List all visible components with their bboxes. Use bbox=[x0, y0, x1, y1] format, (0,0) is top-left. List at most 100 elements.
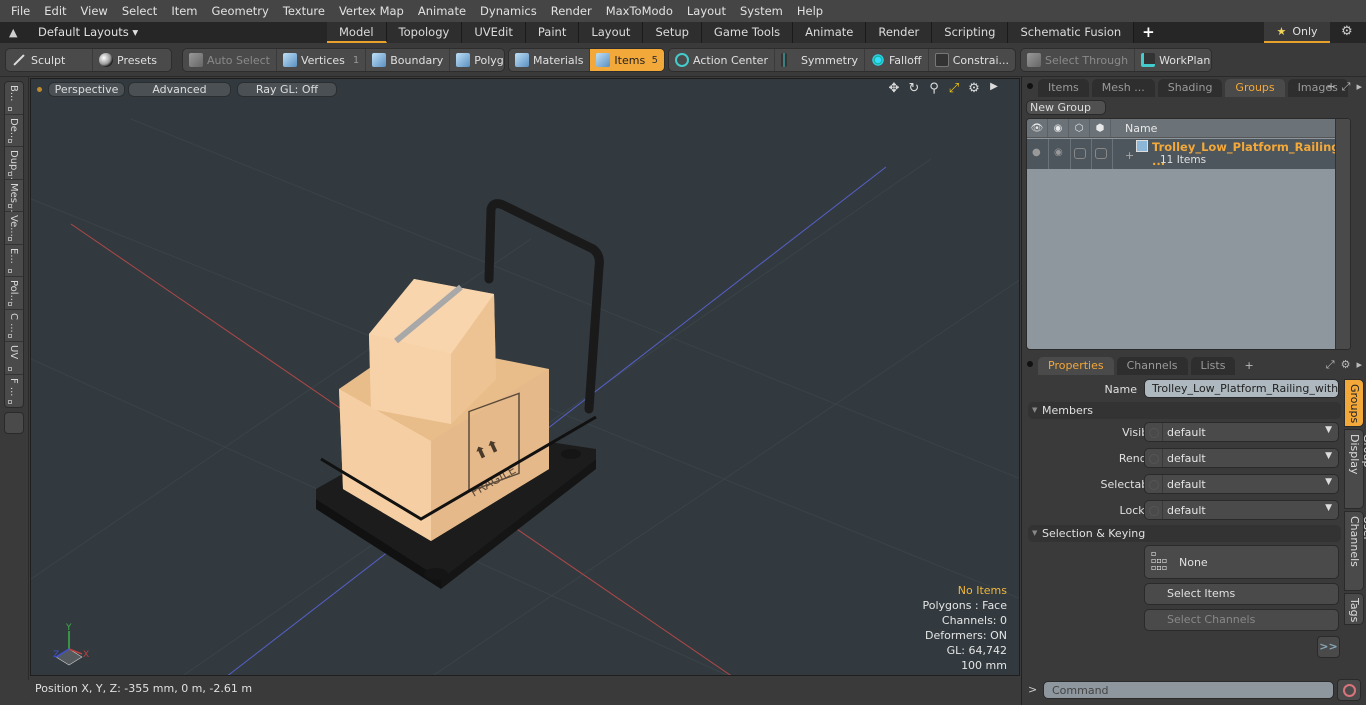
tab-items[interactable]: Items bbox=[1038, 79, 1089, 97]
presets-button[interactable]: Presets bbox=[93, 49, 163, 71]
left-tab-b[interactable]: B... bbox=[5, 82, 23, 115]
layout-up-icon[interactable]: ▲ bbox=[9, 26, 17, 39]
menu-view[interactable]: View bbox=[74, 0, 115, 22]
3d-viewport[interactable]: FRAGILE ⬆⬆ Y X Z Perspective Advanced Ra… bbox=[30, 78, 1020, 676]
left-tab-c[interactable]: C ... bbox=[5, 310, 23, 342]
left-tab-uv[interactable]: UV bbox=[5, 342, 23, 375]
gear-icon[interactable]: ⚙ bbox=[1341, 24, 1353, 39]
menu-maxtomodo[interactable]: MaxToModo bbox=[599, 0, 680, 22]
tab-channels[interactable]: Channels bbox=[1116, 357, 1188, 375]
left-tab-de[interactable]: De... bbox=[5, 115, 23, 147]
expand-icon[interactable]: ⤢ bbox=[1326, 358, 1335, 372]
side-tab-groups[interactable]: Groups bbox=[1344, 379, 1364, 427]
raygl-button[interactable]: Ray GL: Off bbox=[237, 82, 337, 97]
new-group-button[interactable]: New Group bbox=[1026, 100, 1106, 115]
zoom-icon[interactable]: ⚲ bbox=[927, 81, 941, 96]
more-options-button[interactable]: >> bbox=[1317, 636, 1340, 658]
falloff-button[interactable]: Falloff bbox=[865, 49, 929, 71]
menu-animate[interactable]: Animate bbox=[411, 0, 473, 22]
render-dropdown[interactable]: default ▼ bbox=[1144, 448, 1339, 468]
sculpt-button[interactable]: Sculpt bbox=[6, 49, 93, 71]
shading-mode-button[interactable]: Advanced bbox=[128, 82, 231, 97]
boundary-button[interactable]: Boundary bbox=[366, 49, 451, 71]
menu-render[interactable]: Render bbox=[544, 0, 599, 22]
left-tab-e[interactable]: E... bbox=[5, 245, 23, 277]
left-tab-dup[interactable]: Dup... bbox=[5, 147, 23, 180]
tab-model[interactable]: Model bbox=[327, 22, 387, 43]
menu-select[interactable]: Select bbox=[115, 0, 164, 22]
groups-scrollbar[interactable] bbox=[1335, 119, 1350, 349]
items-button[interactable]: Items 5 bbox=[590, 49, 664, 71]
rotate-icon[interactable]: ↻ bbox=[907, 81, 921, 96]
maximize-icon[interactable]: ⤢ bbox=[947, 81, 961, 96]
keying-hierarchy-button[interactable]: ▫ ▫▫▫ ▫▫▫ None bbox=[1144, 545, 1339, 579]
vertices-button[interactable]: Vertices 1 bbox=[277, 49, 367, 71]
left-tab-f[interactable]: F ... bbox=[5, 375, 23, 408]
left-extra-button[interactable] bbox=[4, 412, 24, 434]
locked-dropdown[interactable]: default ▼ bbox=[1144, 500, 1339, 520]
side-tab-group-display[interactable]: Group Display bbox=[1344, 429, 1366, 509]
tab-animate[interactable]: Animate bbox=[793, 22, 867, 43]
expand-plus-icon[interactable]: + bbox=[1125, 149, 1134, 162]
tab-lists[interactable]: Lists bbox=[1190, 357, 1236, 375]
row-select-checkbox[interactable] bbox=[1095, 148, 1107, 159]
command-input[interactable]: Command bbox=[1043, 681, 1334, 699]
select-cube-icon[interactable]: ⬢ bbox=[1090, 119, 1111, 137]
auto-select-button[interactable]: Auto Select bbox=[183, 49, 277, 71]
row-camera-icon[interactable]: ◉ bbox=[1054, 147, 1063, 158]
visible-dropdown[interactable]: default ▼ bbox=[1144, 422, 1339, 442]
constraints-button[interactable]: Constrai... bbox=[929, 49, 1015, 71]
pan-icon[interactable]: ✥ bbox=[887, 81, 901, 96]
add-tab-icon[interactable]: + bbox=[1326, 80, 1335, 94]
group-name-input[interactable]: Trolley_Low_Platform_Railing_with_Ca bbox=[1144, 379, 1339, 398]
menu-geometry[interactable]: Geometry bbox=[205, 0, 276, 22]
tab-properties[interactable]: Properties bbox=[1038, 357, 1114, 375]
select-items-button[interactable]: Select Items bbox=[1144, 583, 1339, 605]
tab-topology[interactable]: Topology bbox=[386, 22, 463, 43]
tab-render[interactable]: Render bbox=[866, 22, 933, 43]
menu-item[interactable]: Item bbox=[164, 0, 204, 22]
members-section[interactable]: Members bbox=[1028, 402, 1341, 419]
select-through-button[interactable]: Select Through bbox=[1021, 49, 1136, 71]
left-tab-mes[interactable]: Mes... bbox=[5, 180, 23, 212]
selection-keying-section[interactable]: Selection & Keying bbox=[1028, 525, 1341, 542]
materials-button[interactable]: Materials bbox=[509, 49, 591, 71]
add-tab-icon[interactable]: + bbox=[1238, 357, 1259, 375]
tab-layout[interactable]: Layout bbox=[579, 22, 644, 43]
workplane-button[interactable]: WorkPlane bbox=[1135, 49, 1211, 71]
menu-help[interactable]: Help bbox=[790, 0, 830, 22]
selectable-dropdown[interactable]: default ▼ bbox=[1144, 474, 1339, 494]
perspective-button[interactable]: Perspective bbox=[48, 82, 125, 97]
row-lock-checkbox[interactable] bbox=[1074, 148, 1086, 159]
expand-arrow-icon[interactable]: ▶ bbox=[987, 81, 1001, 96]
symmetry-button[interactable]: Symmetry bbox=[775, 49, 865, 71]
menu-vertex-map[interactable]: Vertex Map bbox=[332, 0, 411, 22]
polygons-button[interactable]: Polygons bbox=[450, 49, 504, 71]
more-arrow-icon[interactable]: ▸ bbox=[1356, 80, 1362, 94]
expand-icon[interactable]: ⤢ bbox=[1342, 80, 1351, 94]
menu-texture[interactable]: Texture bbox=[276, 0, 332, 22]
render-camera-icon[interactable]: ◉ bbox=[1048, 119, 1069, 137]
menu-layout[interactable]: Layout bbox=[680, 0, 733, 22]
add-tab-button[interactable]: + bbox=[1134, 22, 1163, 43]
action-center-button[interactable]: Action Center bbox=[669, 49, 775, 71]
select-channels-button[interactable]: Select Channels bbox=[1144, 609, 1339, 631]
side-tab-user-channels[interactable]: User Channels bbox=[1344, 511, 1366, 591]
menu-edit[interactable]: Edit bbox=[37, 0, 73, 22]
record-macro-button[interactable] bbox=[1337, 679, 1361, 701]
tab-scripting[interactable]: Scripting bbox=[932, 22, 1009, 43]
menu-system[interactable]: System bbox=[733, 0, 790, 22]
row-eye-icon[interactable]: ● bbox=[1032, 147, 1041, 158]
more-arrow-icon[interactable]: ▸ bbox=[1356, 358, 1362, 372]
viewport-menu-dot[interactable] bbox=[37, 87, 42, 92]
default-layouts-dropdown[interactable]: Default Layouts ▾ bbox=[38, 22, 138, 43]
left-tab-ve[interactable]: Ve... bbox=[5, 212, 23, 245]
tab-uvedit[interactable]: UVEdit bbox=[462, 22, 526, 43]
tab-schematic-fusion[interactable]: Schematic Fusion bbox=[1008, 22, 1135, 43]
tab-groups[interactable]: Groups bbox=[1225, 79, 1285, 97]
tab-game-tools[interactable]: Game Tools bbox=[701, 22, 794, 43]
left-tab-pol[interactable]: Pol... bbox=[5, 277, 23, 310]
group-row[interactable]: ● ◉ + Trolley_Low_Platform_Railing_ ... … bbox=[1027, 139, 1350, 169]
menu-file[interactable]: File bbox=[4, 0, 37, 22]
side-tab-tags[interactable]: Tags bbox=[1344, 593, 1364, 625]
